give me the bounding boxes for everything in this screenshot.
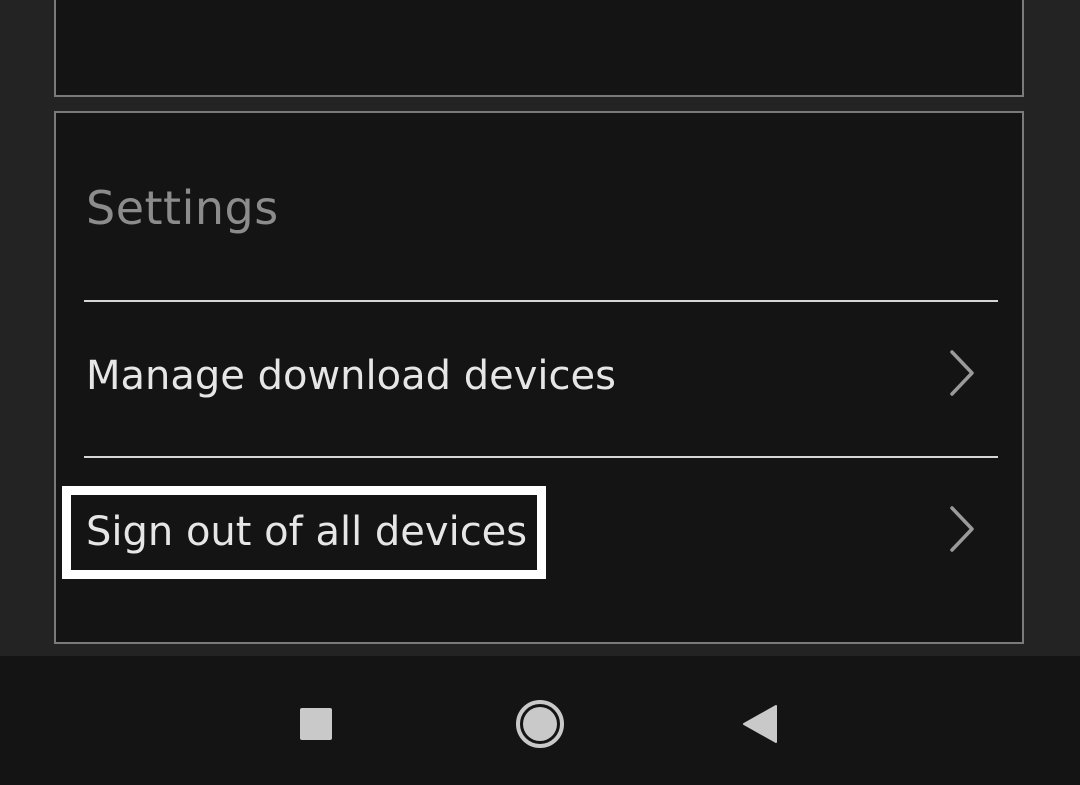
triangle-left-icon <box>743 705 777 743</box>
chevron-right-icon <box>950 506 974 552</box>
android-navigation-bar <box>0 656 1080 785</box>
settings-title: Settings <box>86 181 279 235</box>
sign-out-all-devices-item[interactable]: Sign out of all devices <box>84 459 998 611</box>
previous-section-card <box>54 0 1024 97</box>
divider <box>84 456 998 458</box>
square-icon <box>300 708 332 740</box>
app-screen: Settings Manage download devices Sign ou… <box>0 0 1080 656</box>
sign-out-all-devices-label: Sign out of all devices <box>86 509 528 555</box>
chevron-right-icon <box>950 350 974 396</box>
manage-download-devices-label: Manage download devices <box>86 353 616 399</box>
recents-button[interactable] <box>286 696 346 752</box>
settings-card: Settings Manage download devices Sign ou… <box>54 111 1024 644</box>
circle-icon <box>516 700 564 748</box>
divider <box>84 300 998 302</box>
home-button[interactable] <box>510 696 570 752</box>
back-button[interactable] <box>730 696 790 752</box>
manage-download-devices-item[interactable]: Manage download devices <box>84 303 998 455</box>
